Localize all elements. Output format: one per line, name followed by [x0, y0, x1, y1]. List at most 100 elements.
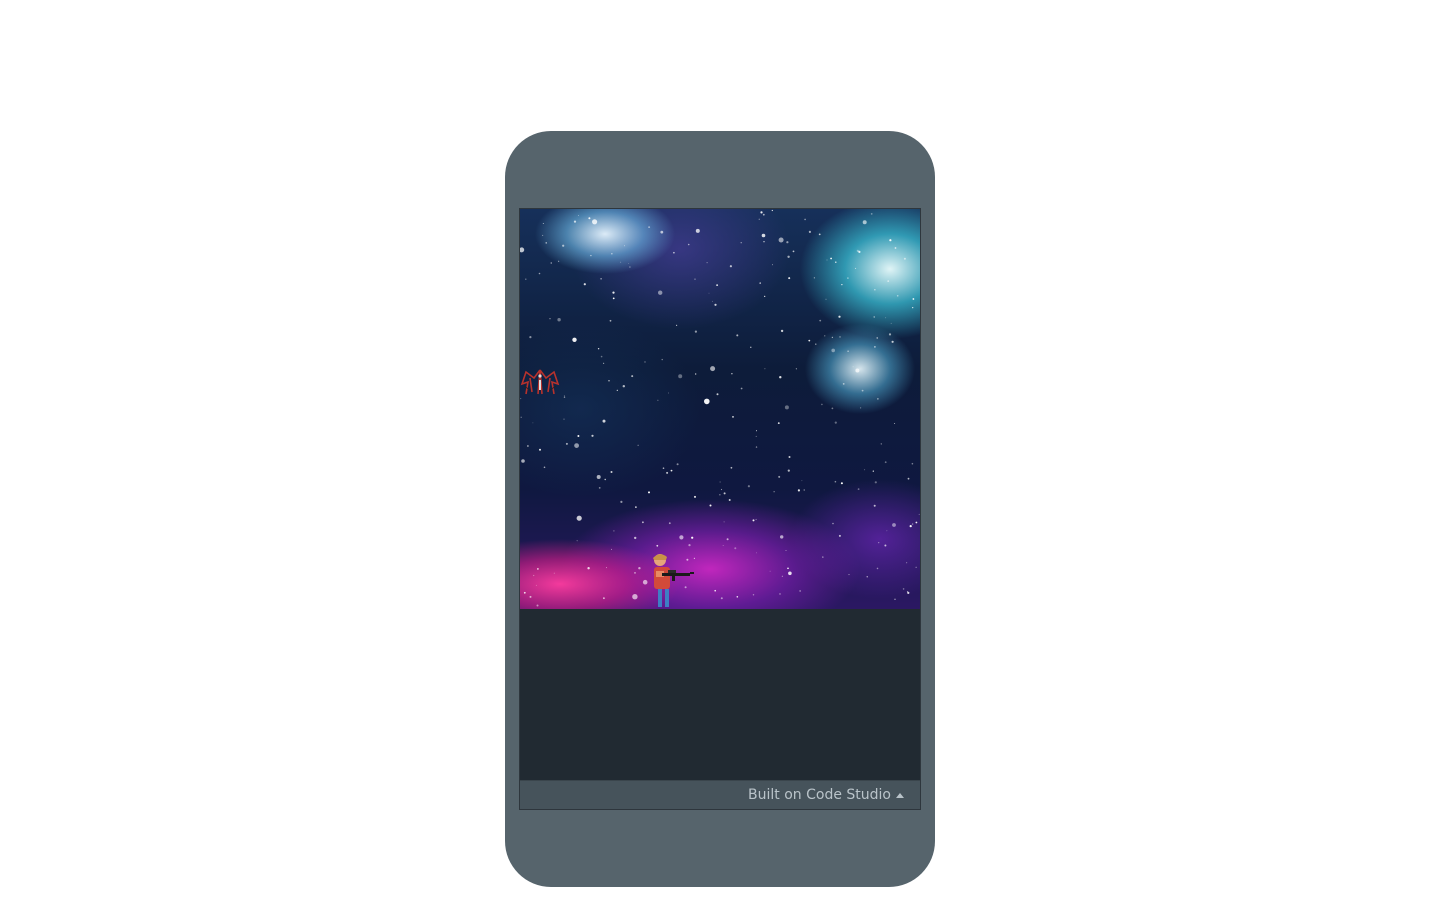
star [877, 398, 879, 400]
star [755, 446, 758, 448]
star [520, 247, 525, 253]
star [731, 373, 733, 375]
star [687, 243, 690, 246]
star [831, 348, 835, 353]
star [695, 373, 697, 375]
star [527, 445, 529, 447]
star [583, 283, 586, 286]
star [838, 315, 841, 318]
star [755, 518, 757, 521]
star [590, 254, 592, 257]
star [668, 392, 669, 394]
star [870, 213, 873, 215]
star [815, 343, 817, 345]
star [785, 550, 787, 551]
star [611, 548, 612, 550]
star [613, 530, 615, 532]
star [666, 471, 669, 474]
star [628, 263, 630, 264]
star [892, 523, 896, 527]
star [896, 295, 899, 297]
player-sprite [653, 554, 694, 607]
star [759, 282, 761, 284]
star [719, 481, 721, 483]
footer-bar: Built on Code Studio [520, 780, 920, 809]
star [880, 443, 882, 445]
star [788, 456, 791, 458]
star [591, 434, 594, 437]
star [656, 544, 659, 547]
star [634, 572, 636, 574]
star [550, 262, 552, 264]
star [637, 444, 639, 446]
game-canvas[interactable] [520, 209, 920, 609]
star [918, 513, 920, 515]
star [795, 368, 797, 370]
star [532, 422, 534, 424]
star [841, 284, 843, 286]
star [755, 435, 757, 437]
star [818, 233, 821, 236]
star [670, 469, 673, 472]
star [676, 463, 679, 466]
star [912, 307, 914, 309]
star [658, 290, 663, 295]
star [648, 226, 650, 228]
star [848, 574, 850, 576]
star [610, 471, 613, 473]
app-screen: Built on Code Studio [519, 208, 921, 810]
built-on-code-studio-link[interactable]: Built on Code Studio [748, 787, 904, 803]
star [779, 376, 782, 379]
star [787, 469, 790, 472]
star [694, 330, 697, 333]
star [756, 430, 757, 432]
star [885, 317, 887, 319]
star [736, 596, 739, 598]
star [756, 552, 757, 554]
star [773, 491, 775, 493]
star [760, 211, 763, 214]
star [662, 467, 665, 470]
star [535, 584, 537, 586]
star [558, 260, 560, 262]
star [533, 574, 535, 577]
star [622, 385, 625, 388]
star [847, 350, 849, 352]
star [616, 389, 618, 391]
star [720, 597, 723, 600]
star [723, 492, 726, 495]
star [600, 278, 602, 280]
star [608, 380, 610, 382]
star [758, 218, 760, 220]
star [874, 481, 877, 484]
star [563, 395, 565, 397]
star [834, 421, 837, 424]
footer-label: Built on Code Studio [748, 787, 891, 803]
star [884, 544, 887, 547]
star [542, 223, 544, 224]
star [678, 374, 683, 379]
star [719, 494, 721, 496]
star [716, 393, 719, 396]
star [668, 522, 671, 525]
star [740, 242, 742, 244]
star [876, 567, 879, 570]
star [729, 265, 732, 268]
star [792, 250, 795, 253]
star [886, 530, 888, 532]
star [722, 545, 724, 546]
star [787, 567, 789, 570]
star [777, 422, 780, 424]
star [911, 462, 914, 465]
star [712, 300, 713, 302]
star [840, 482, 843, 485]
star [691, 536, 694, 539]
star [804, 218, 806, 221]
star [726, 538, 729, 541]
star [523, 591, 526, 594]
star [598, 487, 601, 489]
star [884, 461, 887, 464]
star [657, 399, 659, 401]
star [620, 261, 622, 263]
star [888, 333, 892, 336]
